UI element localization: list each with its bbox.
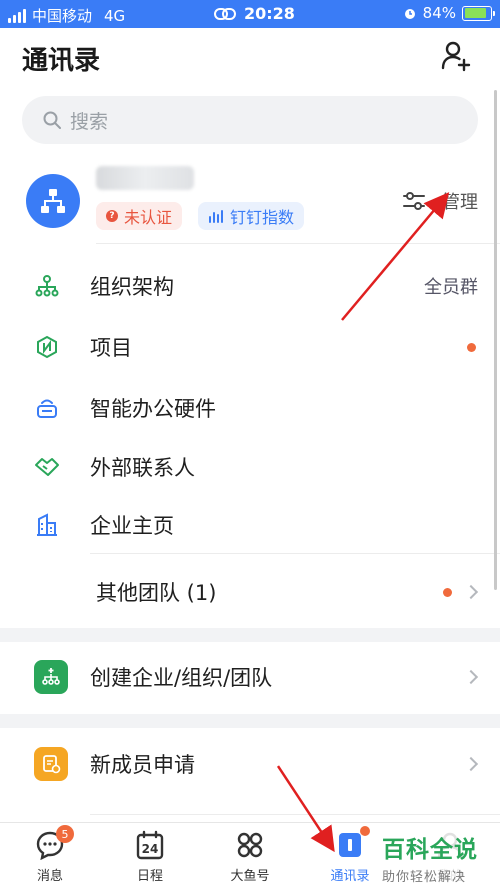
bar-chart-icon — [209, 210, 223, 223]
dingtalk-index-label: 钉钉指数 — [230, 208, 295, 227]
tab-label: 通讯录 — [330, 869, 370, 884]
chevron-right-icon — [463, 584, 479, 600]
menu-item-company-homepage[interactable]: 企业主页 — [0, 495, 500, 555]
scrollbar[interactable] — [494, 90, 497, 590]
status-left: 中国移动 4G — [8, 5, 125, 26]
unverified-badge[interactable]: ? 未认证 — [96, 202, 183, 230]
new-member-label: 新成员申请 — [90, 753, 195, 777]
handshake-icon — [34, 454, 60, 480]
dingtalk-index-badge[interactable]: 钉钉指数 — [198, 202, 305, 230]
org-name-redacted — [96, 166, 194, 190]
manage-label: 管理 — [442, 192, 478, 213]
other-teams-label: 其他团队 (1) — [96, 581, 217, 605]
settings-sliders-icon — [403, 192, 425, 210]
unread-dot — [360, 826, 370, 836]
tab-calendar[interactable]: 24 日程 — [110, 829, 190, 884]
network-type: 4G — [104, 6, 126, 25]
watermark-subtitle: 助你轻松解决 — [382, 870, 467, 885]
grid-icon — [234, 829, 266, 861]
menu-item-external-contacts[interactable]: 外部联系人 — [0, 437, 500, 497]
unread-dot — [443, 587, 452, 597]
create-org-row[interactable]: 创建企业/组织/团队 — [0, 648, 500, 706]
add-person-icon[interactable] — [440, 40, 472, 72]
unread-count-badge: 5 — [56, 825, 74, 843]
tab-dayuhao[interactable]: 大鱼号 — [210, 829, 290, 884]
calendar-day: 24 — [142, 842, 159, 856]
hardware-icon — [34, 395, 60, 421]
watermark: 百科全说 助你轻松解决 — [378, 828, 496, 887]
battery-percent: 84% — [422, 4, 456, 22]
menu-item-label: 项目 — [90, 336, 132, 360]
status-center: 20:28 — [214, 4, 295, 23]
search-placeholder: 搜索 — [70, 110, 109, 133]
new-member-request-row[interactable]: 新成员申请 — [0, 735, 500, 793]
menu-item-hardware[interactable]: 智能办公硬件 — [0, 378, 500, 438]
signal-icon — [8, 8, 26, 23]
menu-item-org-structure[interactable]: 组织架构 全员群 — [0, 256, 500, 316]
new-member-icon — [34, 747, 68, 781]
page-title: 通讯录 — [22, 46, 101, 76]
other-teams-row[interactable]: 其他团队 (1) — [0, 562, 500, 622]
section-gap — [0, 714, 500, 728]
status-time: 20:28 — [244, 4, 295, 23]
tab-messages[interactable]: 5 消息 — [10, 825, 90, 884]
search-input[interactable]: 搜索 — [22, 96, 478, 144]
all-staff-group-link[interactable]: 全员群 — [424, 273, 478, 299]
menu-item-project[interactable]: 项目 — [0, 317, 500, 377]
org-avatar — [26, 174, 80, 228]
tab-label: 消息 — [36, 869, 63, 884]
link-icon — [214, 7, 236, 20]
unread-dot — [467, 342, 476, 352]
org-tree-icon — [41, 189, 65, 213]
section-gap — [0, 628, 500, 642]
org-card[interactable]: ? 未认证 钉钉指数 管理 — [0, 158, 500, 248]
tab-label: 日程 — [136, 869, 163, 884]
chevron-right-icon — [463, 669, 479, 685]
battery-icon — [462, 5, 495, 21]
divider — [90, 553, 500, 554]
status-right: 84% — [403, 4, 495, 22]
search-icon — [43, 111, 61, 129]
menu-item-label: 外部联系人 — [90, 456, 195, 480]
create-org-label: 创建企业/组织/团队 — [90, 666, 273, 690]
alarm-icon — [404, 9, 415, 19]
org-structure-icon — [34, 273, 60, 299]
create-org-icon — [34, 660, 68, 694]
carrier-name: 中国移动 — [32, 7, 93, 25]
watermark-title: 百科全说 — [382, 837, 478, 863]
contacts-page: 通讯录 搜索 ? 未认证 钉钉指数 管理 组织架构 全员群 项目 智能办公硬件 … — [0, 28, 500, 822]
unverified-label: 未认证 — [124, 208, 173, 227]
menu-item-label: 组织架构 — [90, 275, 174, 299]
menu-item-label: 企业主页 — [90, 514, 174, 538]
status-bar: 中国移动 4G 20:28 84% — [0, 0, 500, 28]
menu-item-label: 智能办公硬件 — [90, 397, 216, 421]
contacts-icon — [334, 826, 370, 861]
message-icon: 5 — [34, 825, 74, 861]
project-icon — [34, 334, 60, 360]
divider — [90, 814, 500, 815]
manage-button[interactable]: 管理 — [402, 188, 478, 214]
calendar-icon: 24 — [134, 829, 166, 861]
question-icon: ? — [106, 210, 118, 222]
divider — [96, 243, 500, 244]
chevron-right-icon — [463, 756, 479, 772]
tab-label: 大鱼号 — [230, 869, 270, 884]
building-icon — [34, 512, 60, 538]
